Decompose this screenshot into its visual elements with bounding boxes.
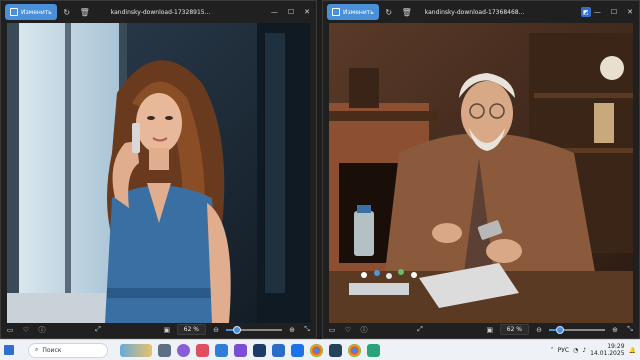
close-icon[interactable]: ✕ — [627, 8, 633, 16]
taskbar-apps — [120, 343, 380, 357]
volume-icon[interactable]: ♪ — [582, 347, 586, 354]
zoom-level[interactable]: 62 % — [499, 324, 529, 335]
photo-old-man-phone-image — [329, 23, 633, 323]
fullscreen-icon[interactable]: ⤡ — [625, 325, 635, 335]
filmstrip-icon[interactable]: ▭ — [327, 325, 337, 335]
chrome-icon[interactable] — [310, 343, 323, 357]
copilot-icon[interactable] — [177, 343, 190, 357]
photo-viewer-window-left: Изменить ↻ 🗑 kandinsky-download-17328915… — [0, 0, 317, 339]
filmstrip-icon[interactable]: ▭ — [5, 325, 15, 335]
search-placeholder: Поиск — [42, 346, 62, 354]
actual-size-icon[interactable]: ▣ — [162, 325, 172, 335]
window-controls: — ☐ ✕ — [594, 8, 635, 16]
edit-icon — [10, 8, 18, 16]
info-icon[interactable]: ⓘ — [359, 325, 369, 335]
clock[interactable]: 19:29 14.01.2025 — [590, 343, 624, 357]
task-view-icon[interactable] — [158, 343, 171, 357]
photo-woman-phone-image — [7, 23, 310, 323]
maximize-icon[interactable]: ☐ — [611, 8, 617, 16]
app-icon-blue[interactable] — [215, 343, 228, 357]
messenger-icon[interactable] — [291, 343, 304, 357]
edit-icon — [332, 8, 340, 16]
info-icon[interactable]: ⓘ — [37, 325, 47, 335]
app-icon-purple[interactable] — [234, 343, 247, 357]
favorite-icon[interactable]: ♡ — [21, 325, 31, 335]
minimize-icon[interactable]: — — [271, 8, 278, 16]
close-icon[interactable]: ✕ — [304, 8, 310, 16]
edit-button-label: Изменить — [343, 8, 374, 16]
wifi-icon[interactable]: ◔ — [573, 347, 578, 354]
zoom-controls: ▣ 62 % ⊖ ⊕ ⤡ — [485, 324, 635, 335]
photoshop-icon[interactable] — [253, 343, 266, 357]
title-bar: Изменить ↻ 🗑 kandinsky-download-17328915… — [1, 1, 316, 23]
fit-to-window-icon[interactable]: ⤢ — [93, 325, 103, 335]
widgets-icon[interactable] — [120, 343, 152, 357]
search-icon: ⌕ — [35, 346, 39, 353]
start-icon[interactable] — [4, 345, 14, 355]
app-badge-icon: ◩ — [580, 7, 591, 17]
photo-old-man-phone — [329, 23, 633, 323]
fit-to-window-icon[interactable]: ⤢ — [415, 325, 425, 335]
zoom-out-icon[interactable]: ⊖ — [211, 325, 221, 335]
system-tray: ˄ РУС ◔ ♪ 19:29 14.01.2025 🔔 — [551, 343, 636, 357]
zoom-slider-handle[interactable] — [233, 325, 242, 334]
zoom-level[interactable]: 62 % — [176, 324, 206, 335]
photos-icon[interactable] — [196, 343, 209, 357]
edit-button[interactable]: Изменить — [327, 4, 379, 20]
zoom-out-icon[interactable]: ⊖ — [534, 325, 544, 335]
app-icon-green[interactable] — [367, 343, 380, 357]
mail-icon[interactable] — [272, 343, 285, 357]
chrome-profile-icon[interactable] — [348, 343, 361, 357]
search-box[interactable]: ⌕ Поиск — [28, 342, 108, 358]
zoom-slider[interactable] — [549, 325, 605, 334]
zoom-in-icon[interactable]: ⊕ — [610, 325, 620, 335]
taskbar: ⌕ Поиск ˄ РУС ◔ ♪ 19:29 14.01.2025 🔔 — [0, 339, 640, 360]
chevron-up-icon[interactable]: ˄ — [551, 347, 554, 354]
zoom-slider[interactable] — [226, 325, 282, 334]
zoom-in-icon[interactable]: ⊕ — [287, 325, 297, 335]
edit-button-label: Изменить — [21, 8, 52, 16]
delete-icon[interactable]: 🗑 — [399, 4, 415, 20]
rotate-icon[interactable]: ↻ — [381, 4, 397, 20]
rotate-icon[interactable]: ↻ — [59, 4, 75, 20]
file-name: kandinsky-download-17328915... — [110, 8, 211, 16]
file-name: kandinsky-download-17368468... — [424, 8, 525, 16]
clock-time: 19:29 — [607, 343, 625, 350]
edit-button[interactable]: Изменить — [5, 4, 57, 20]
desktop: Изменить ↻ 🗑 kandinsky-download-17328915… — [0, 0, 640, 360]
notifications-icon[interactable]: 🔔 — [629, 347, 636, 354]
clock-date: 14.01.2025 — [590, 350, 625, 357]
fullscreen-icon[interactable]: ⤡ — [302, 325, 312, 335]
title-bar: Изменить ↻ 🗑 kandinsky-download-17368468… — [323, 1, 639, 23]
minimize-icon[interactable]: — — [594, 8, 601, 16]
favorite-icon[interactable]: ♡ — [343, 325, 353, 335]
photo-viewer-window-right: Изменить ↻ 🗑 kandinsky-download-17368468… — [322, 0, 640, 339]
actual-size-icon[interactable]: ▣ — [485, 325, 495, 335]
app-icon-dark[interactable] — [329, 343, 342, 357]
window-controls: — ☐ ✕ — [271, 8, 312, 16]
language-indicator[interactable]: РУС — [558, 347, 569, 354]
photo-woman-phone — [7, 23, 310, 323]
zoom-controls: ▣ 62 % ⊖ ⊕ ⤡ — [162, 324, 312, 335]
viewer-bottom-bar: ▭ ♡ ⓘ ⤢ ▣ 62 % ⊖ ⊕ ⤡ — [1, 321, 316, 338]
zoom-slider-handle[interactable] — [556, 325, 565, 334]
viewer-bottom-bar: ▭ ♡ ⓘ ⤢ ▣ 62 % ⊖ ⊕ ⤡ — [323, 321, 639, 338]
delete-icon[interactable]: 🗑 — [77, 4, 93, 20]
maximize-icon[interactable]: ☐ — [288, 8, 294, 16]
